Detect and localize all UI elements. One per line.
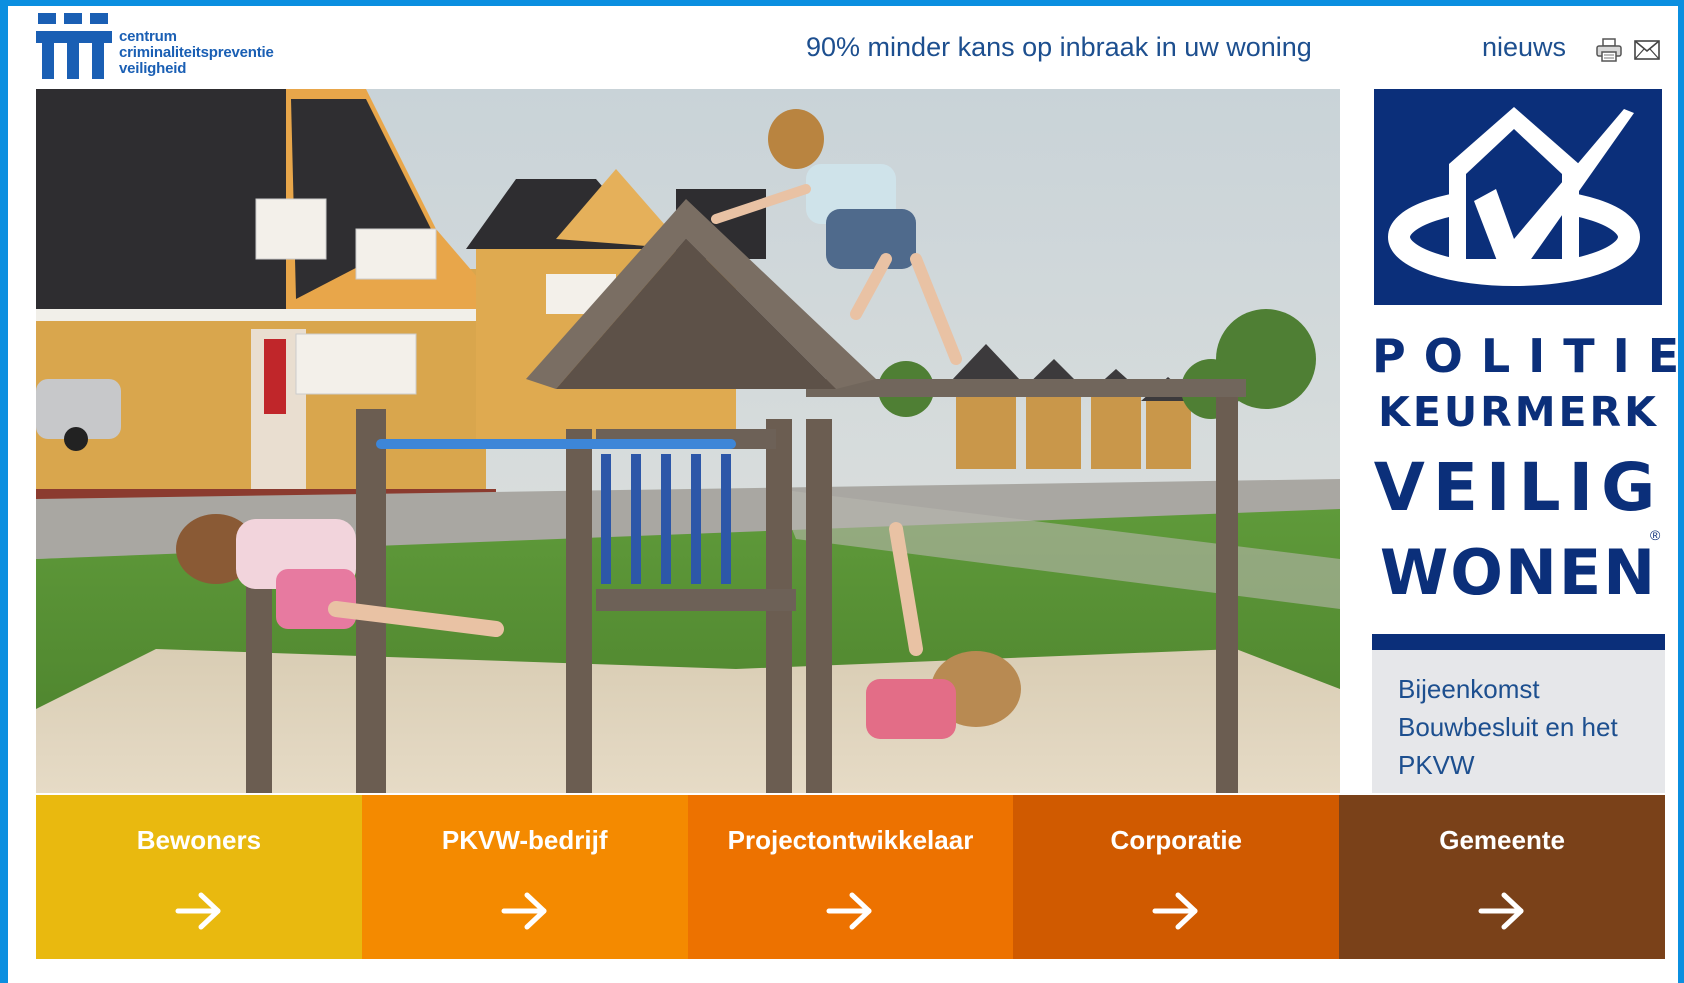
ccv-logo-text: centrum criminaliteitspreventie veilighe…	[119, 29, 274, 77]
news-teaser-box: Bijeenkomst Bouwbesluit en het PKVW	[1372, 650, 1665, 793]
arrow-right-icon	[1152, 892, 1198, 930]
category-tile-corporatie[interactable]: Corporatie	[1013, 795, 1340, 959]
audience-navigation: Bewoners PKVW-bedrijf Projectontwikkelaa…	[36, 795, 1665, 959]
header-tagline: 90% minder kans op inbraak in uw woning	[806, 32, 1312, 62]
logo-line: veiligheid	[119, 60, 187, 77]
category-tile-bewoners[interactable]: Bewoners	[36, 795, 362, 959]
keurmerk-divider	[1372, 634, 1665, 650]
category-tile-gemeente[interactable]: Gemeente	[1339, 795, 1665, 959]
ccv-logo[interactable]: centrum criminaliteitspreventie veilighe…	[36, 13, 286, 79]
window-frame-top	[0, 0, 1684, 6]
window-frame-left	[0, 0, 8, 983]
logo-line: centrum	[119, 28, 177, 45]
ccv-logo-mark	[36, 13, 112, 79]
nav-link-nieuws[interactable]: nieuws	[1482, 32, 1566, 63]
keurmerk-line-veilig: VEILIG	[1373, 449, 1664, 526]
category-tile-pkvw-bedrijf[interactable]: PKVW-bedrijf	[361, 795, 688, 959]
arrow-right-icon	[175, 892, 221, 930]
category-label: Corporatie	[1110, 825, 1243, 855]
arrow-right-icon	[826, 892, 872, 930]
category-label: Projectontwikkelaar	[727, 825, 974, 855]
category-label: PKVW-bedrijf	[441, 825, 608, 855]
keurmerk-line-politie: POLITIE	[1372, 329, 1684, 383]
keurmerk-line-keurmerk: KEURMERK	[1378, 388, 1659, 436]
window-frame-right	[1678, 0, 1684, 983]
keurmerk-line-wonen: WONEN	[1379, 536, 1658, 609]
arrow-right-icon	[1478, 892, 1524, 930]
mail-icon[interactable]	[1634, 40, 1660, 60]
logo-line: criminaliteitspreventie	[119, 44, 274, 61]
category-label: Bewoners	[136, 825, 262, 855]
news-teaser-link[interactable]: Bijeenkomst Bouwbesluit en het PKVW	[1398, 670, 1648, 784]
hero-photo-playground	[36, 89, 1340, 793]
category-label: Gemeente	[1439, 825, 1565, 855]
print-icon[interactable]	[1596, 38, 1622, 62]
keurmerk-logo[interactable]	[1374, 89, 1662, 305]
house-checkmark-icon	[1388, 107, 1640, 286]
arrow-right-icon	[501, 892, 547, 930]
category-tile-projectontwikkelaar[interactable]: Projectontwikkelaar	[687, 795, 1014, 959]
keurmerk-panel: POLITIE KEURMERK VEILIG ® WONEN Bijeenko…	[1372, 89, 1684, 793]
